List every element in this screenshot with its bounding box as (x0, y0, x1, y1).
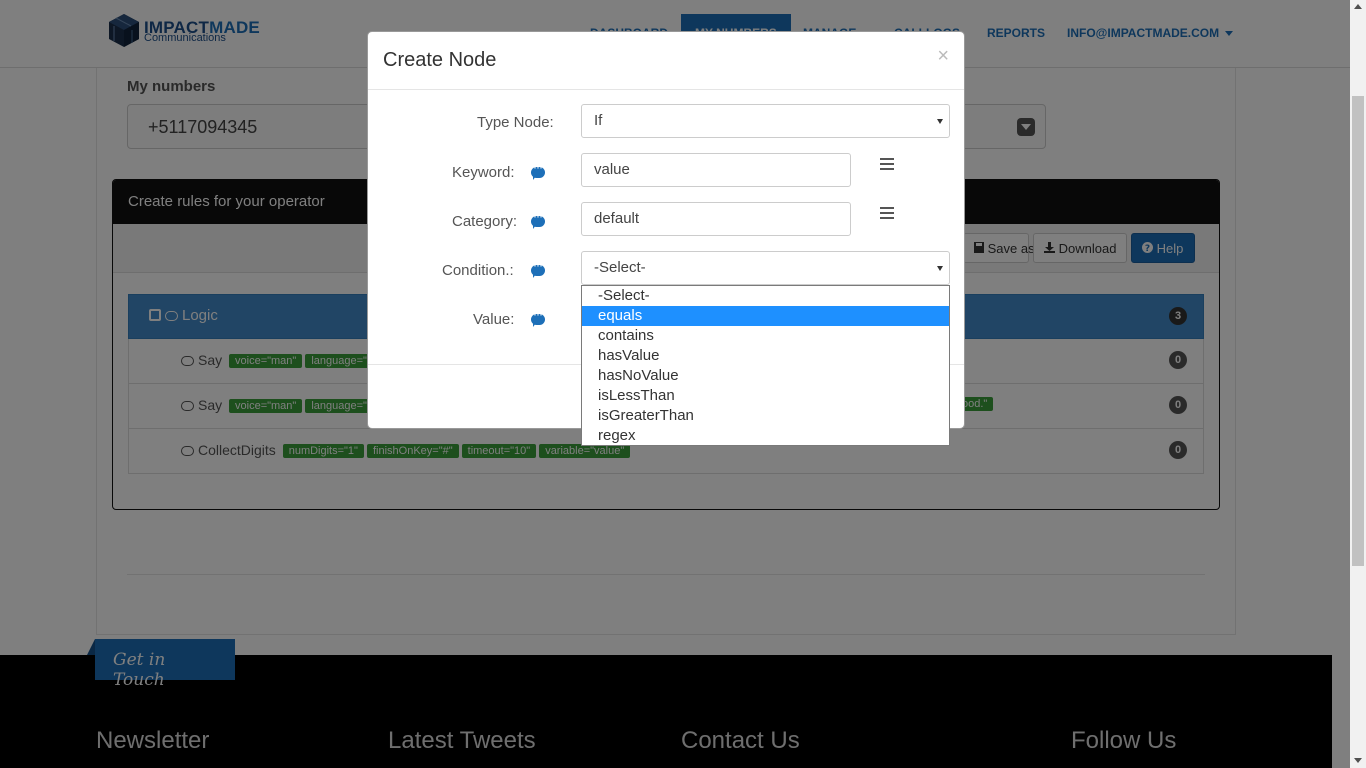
close-icon[interactable]: × (937, 45, 949, 68)
type-node-select[interactable]: If (581, 104, 950, 138)
condition-option[interactable]: hasNoValue (582, 366, 949, 386)
scroll-thumb[interactable] (1352, 96, 1364, 566)
modal-header: Create Node × (368, 32, 964, 90)
category-info-icon[interactable] (531, 209, 545, 229)
condition-option-highlighted[interactable]: equals (582, 306, 949, 326)
scroll-down-arrow-icon[interactable] (1354, 758, 1362, 763)
condition-option[interactable]: contains (582, 326, 949, 346)
value-info-icon[interactable] (531, 307, 545, 327)
condition-dropdown-list: -Select- equals contains hasValue hasNoV… (581, 285, 950, 446)
keyword-list-icon[interactable] (880, 158, 894, 170)
condition-label: Condition.: (442, 262, 514, 279)
category-list-icon[interactable] (880, 207, 894, 219)
modal-title: Create Node (383, 49, 497, 71)
keyword-input[interactable]: value (581, 153, 851, 187)
value-label: Value: (473, 311, 515, 328)
condition-option[interactable]: -Select- (582, 286, 949, 306)
condition-option[interactable]: isLessThan (582, 386, 949, 406)
condition-option[interactable]: isGreaterThan (582, 406, 949, 426)
condition-select[interactable]: -Select- (581, 251, 950, 285)
category-label: Category: (452, 213, 518, 230)
condition-info-icon[interactable] (531, 258, 545, 278)
page-scrollbar[interactable] (1350, 0, 1366, 768)
category-input[interactable]: default (581, 202, 851, 236)
keyword-info-icon[interactable] (531, 160, 545, 180)
condition-option[interactable]: regex (582, 426, 949, 446)
keyword-label: Keyword: (452, 164, 515, 181)
type-node-label: Type Node: (477, 114, 554, 131)
scroll-up-arrow-icon[interactable] (1354, 4, 1362, 9)
condition-option[interactable]: hasValue (582, 346, 949, 366)
